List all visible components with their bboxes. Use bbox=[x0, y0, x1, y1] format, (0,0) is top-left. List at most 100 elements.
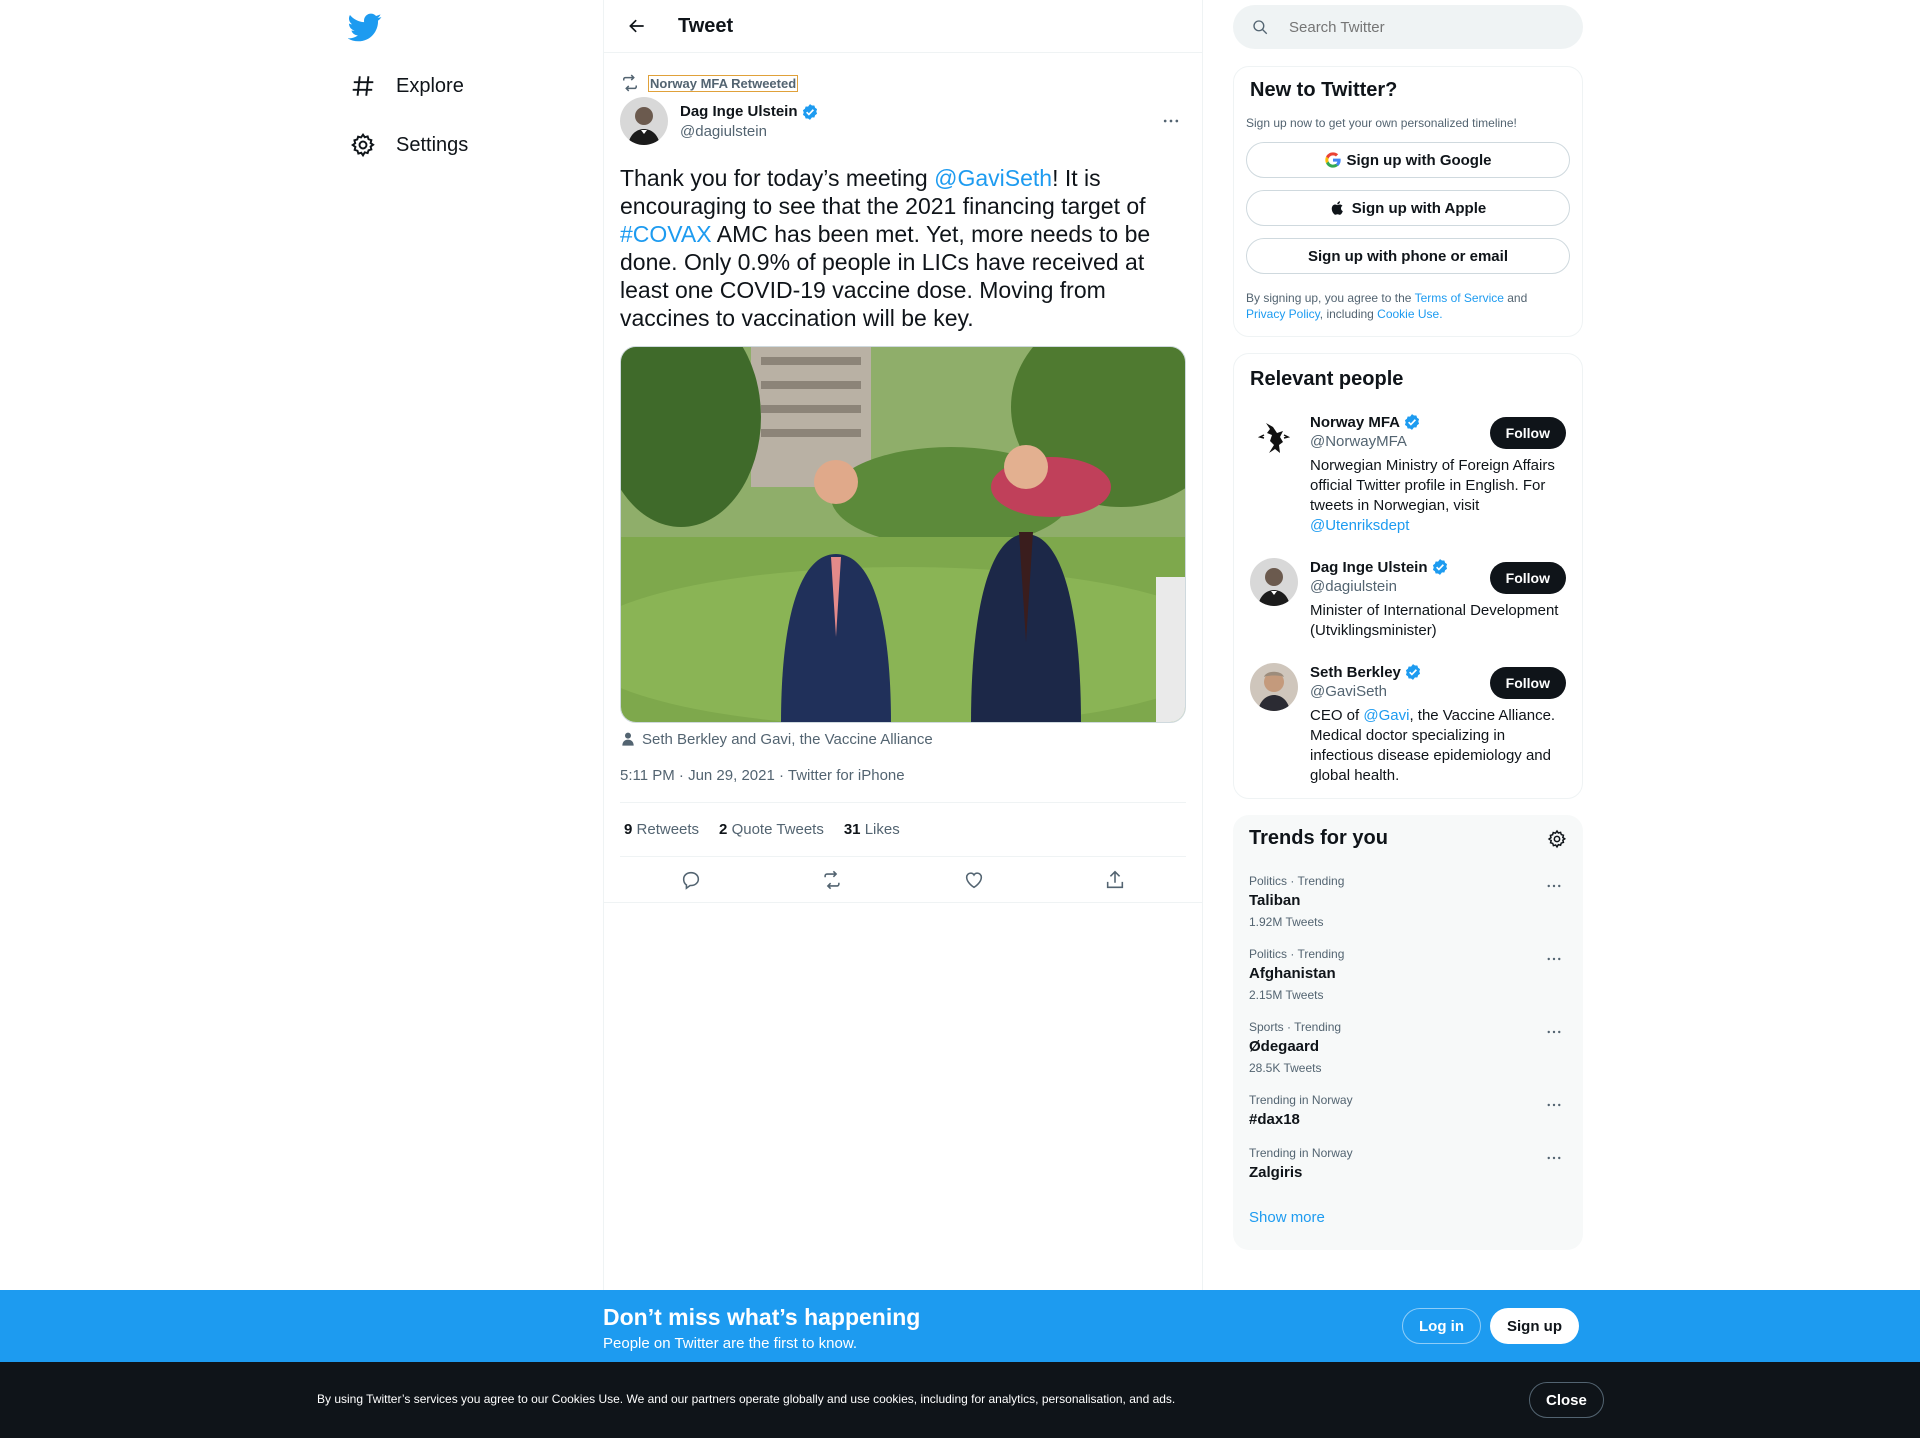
right-sidebar: New to Twitter? Sign up now to get your … bbox=[1233, 0, 1583, 1250]
tagged-people[interactable]: Seth Berkley and Gavi, the Vaccine Allia… bbox=[620, 729, 1186, 749]
tweet: Norway MFA Retweeted Dag Inge Ulstein @d… bbox=[604, 63, 1202, 903]
quotes-count: 2 bbox=[719, 821, 728, 838]
twitter-logo-icon[interactable] bbox=[347, 10, 384, 46]
tweet-stats: 9 Retweets 2 Quote Tweets 31 Likes bbox=[620, 803, 1186, 857]
back-button[interactable] bbox=[620, 9, 654, 43]
likes-count: 31 bbox=[843, 821, 861, 838]
reply-button[interactable] bbox=[674, 863, 708, 897]
signup-apple-button[interactable]: Sign up with Apple bbox=[1246, 190, 1570, 226]
follow-button[interactable]: Follow bbox=[1489, 417, 1566, 449]
verified-badge-icon bbox=[802, 103, 817, 120]
trend-more-button[interactable] bbox=[1541, 1095, 1567, 1115]
trend-count: 1.92M Tweets bbox=[1249, 915, 1324, 929]
like-button[interactable] bbox=[957, 863, 991, 897]
verified-badge-icon bbox=[1432, 559, 1447, 575]
terms-text: , including bbox=[1319, 307, 1378, 321]
trend-item[interactable]: Sports · Trending Ødegaard 28.5K Tweets bbox=[1245, 1020, 1571, 1075]
bio-mention-link[interactable]: @Utenriksdept bbox=[1310, 517, 1409, 534]
banner-title: Don’t miss what’s happening bbox=[603, 1304, 921, 1330]
trend-category: Trending in Norway bbox=[1249, 1146, 1353, 1160]
retweets-stat[interactable]: 9 Retweets bbox=[624, 821, 699, 838]
apple-icon bbox=[1331, 201, 1343, 215]
author-handle[interactable]: @dagiulstein bbox=[680, 123, 819, 140]
signup-card: New to Twitter? Sign up now to get your … bbox=[1233, 66, 1583, 337]
author-avatar[interactable] bbox=[620, 97, 668, 145]
person-item-norway-mfa[interactable]: Norway MFA @NorwayMFA Norwegian Ministry… bbox=[1246, 413, 1570, 536]
search-input[interactable] bbox=[1289, 18, 1539, 36]
retweeted-by-link[interactable]: Norway MFA Retweeted bbox=[648, 74, 799, 92]
signup-title: New to Twitter? bbox=[1250, 79, 1398, 101]
bio-mention-link[interactable]: @Gavi bbox=[1363, 707, 1409, 724]
follow-button[interactable]: Follow bbox=[1489, 562, 1566, 594]
trend-category: Trending in Norway bbox=[1249, 1093, 1353, 1107]
person-name: Seth Berkley bbox=[1310, 663, 1401, 681]
person-bio: Norwegian Ministry of Foreign Affairs of… bbox=[1310, 456, 1560, 536]
tweet-meta[interactable]: 5:11 PM · Jun 29, 2021 · Twitter for iPh… bbox=[620, 749, 1186, 803]
mention-link[interactable]: @GaviSeth bbox=[934, 165, 1052, 191]
signup-subtitle: Sign up now to get your own personalized… bbox=[1246, 116, 1517, 130]
tweet-text: Thank you for today’s meeting @GaviSeth!… bbox=[620, 164, 1180, 332]
more-dots-icon bbox=[1547, 884, 1561, 888]
quote-tweets-stat[interactable]: 2 Quote Tweets bbox=[719, 821, 824, 838]
trend-item[interactable]: Politics · Trending Afghanistan 2.15M Tw… bbox=[1245, 947, 1571, 1002]
trend-category: Politics · Trending bbox=[1249, 947, 1345, 961]
tweet-photo[interactable] bbox=[620, 346, 1186, 723]
hashtag-link[interactable]: #COVAX bbox=[620, 221, 712, 247]
terms-of-service-link[interactable]: Terms of Service bbox=[1415, 291, 1504, 305]
trend-name: Taliban bbox=[1249, 892, 1301, 909]
author-name-text: Dag Inge Ulstein bbox=[680, 103, 798, 120]
share-button[interactable] bbox=[1098, 863, 1132, 897]
signup-phone-email-button[interactable]: Sign up with phone or email bbox=[1246, 238, 1570, 274]
trend-item[interactable]: Trending in Norway Zalgiris bbox=[1245, 1146, 1571, 1181]
signup-google-label: Sign up with Google bbox=[1346, 151, 1492, 169]
retweet-button[interactable] bbox=[815, 863, 849, 897]
terms-text: By signing up, you agree to the bbox=[1246, 291, 1415, 305]
more-dots-icon bbox=[1547, 1156, 1561, 1160]
hashtag-icon bbox=[352, 76, 374, 96]
trend-more-button[interactable] bbox=[1541, 1022, 1567, 1042]
person-name: Dag Inge Ulstein bbox=[1310, 558, 1428, 576]
trend-item[interactable]: Politics · Trending Taliban 1.92M Tweets bbox=[1245, 874, 1571, 929]
signup-google-button[interactable]: Sign up with Google bbox=[1246, 142, 1570, 178]
privacy-policy-link[interactable]: Privacy Policy bbox=[1246, 307, 1320, 321]
person-item-dag-inge-ulstein[interactable]: Dag Inge Ulstein @dagiulstein Minister o… bbox=[1246, 558, 1570, 641]
trend-count: 28.5K Tweets bbox=[1249, 1061, 1322, 1075]
google-icon bbox=[1324, 152, 1341, 168]
person-icon bbox=[622, 732, 634, 746]
main-column: Tweet Norway MFA Retweeted Dag Inge Ulst… bbox=[603, 0, 1203, 1290]
main-header: Tweet bbox=[604, 0, 1202, 53]
gear-icon bbox=[351, 133, 375, 158]
tweet-more-button[interactable] bbox=[1156, 106, 1186, 136]
nav-settings-label: Settings bbox=[396, 133, 469, 156]
trend-name: Zalgiris bbox=[1249, 1164, 1303, 1181]
person-avatar[interactable] bbox=[1250, 413, 1298, 461]
banner-subtitle: People on Twitter are the first to know. bbox=[603, 1335, 858, 1352]
verified-badge-icon bbox=[1405, 664, 1420, 680]
tweet-actions bbox=[604, 857, 1202, 903]
cookie-use-link[interactable]: Cookie Use. bbox=[1377, 307, 1442, 321]
cookie-text: By using Twitter’s services you agree to… bbox=[317, 1392, 1176, 1406]
follow-button[interactable]: Follow bbox=[1489, 667, 1566, 699]
relevant-people-title: Relevant people bbox=[1250, 368, 1404, 390]
show-more-link[interactable]: Show more bbox=[1245, 1209, 1571, 1238]
person-item-seth-berkley[interactable]: Seth Berkley @GaviSeth CEO of @Gavi, the… bbox=[1246, 663, 1570, 786]
retweet-icon bbox=[824, 870, 840, 889]
trend-item[interactable]: Trending in Norway #dax18 bbox=[1245, 1093, 1571, 1128]
trend-more-button[interactable] bbox=[1541, 1148, 1567, 1168]
trend-more-button[interactable] bbox=[1541, 876, 1567, 896]
nav-item-explore[interactable]: Explore bbox=[350, 62, 464, 110]
person-avatar[interactable] bbox=[1250, 663, 1298, 711]
gear-icon[interactable] bbox=[1547, 829, 1567, 849]
trend-more-button[interactable] bbox=[1541, 949, 1567, 969]
signup-button[interactable]: Sign up bbox=[1490, 1308, 1579, 1344]
author-name[interactable]: Dag Inge Ulstein bbox=[680, 103, 819, 121]
person-avatar[interactable] bbox=[1250, 558, 1298, 606]
retweet-icon bbox=[623, 74, 637, 92]
login-button[interactable]: Log in bbox=[1402, 1308, 1481, 1344]
trend-category: Politics · Trending bbox=[1249, 874, 1345, 888]
nav-item-settings[interactable]: Settings bbox=[350, 121, 468, 169]
likes-stat[interactable]: 31 Likes bbox=[844, 821, 900, 838]
search-box[interactable] bbox=[1233, 5, 1583, 49]
cookie-close-button[interactable]: Close bbox=[1529, 1382, 1604, 1418]
trend-count: 2.15M Tweets bbox=[1249, 988, 1324, 1002]
